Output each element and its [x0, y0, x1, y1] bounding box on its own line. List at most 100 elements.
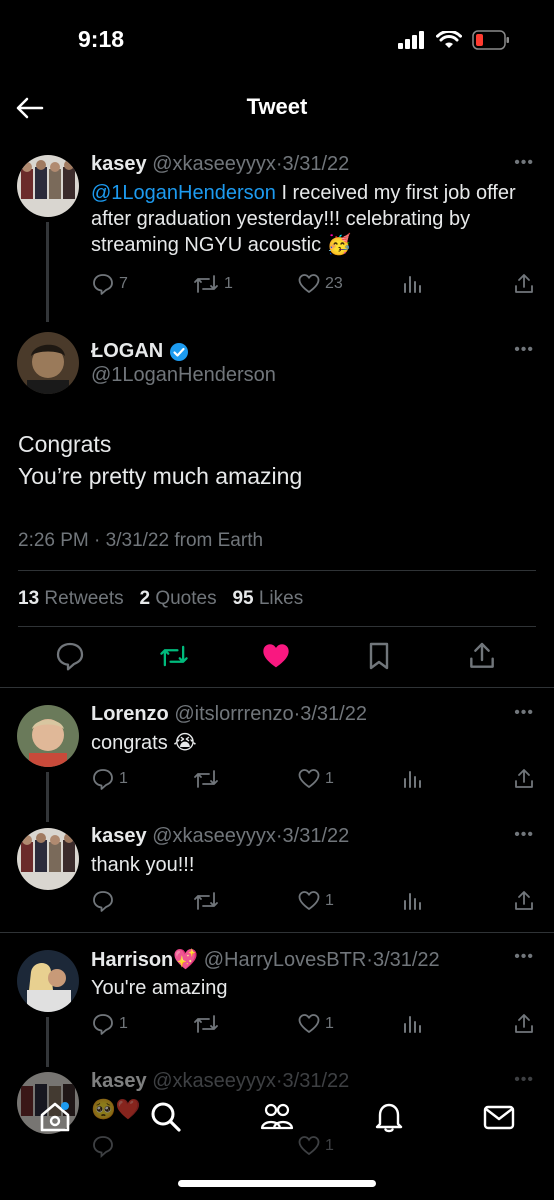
reply-button[interactable]	[91, 889, 115, 913]
tweet-date: 3/31/22	[105, 530, 170, 551]
share-button[interactable]	[466, 640, 498, 672]
retweet-button[interactable]: 1	[192, 272, 233, 296]
avatar[interactable]	[17, 155, 79, 217]
author-name[interactable]: Harrison💖	[91, 949, 198, 971]
home-indicator[interactable]	[178, 1180, 376, 1187]
retweet-button[interactable]	[192, 767, 220, 791]
reply-button[interactable]: 1	[91, 1012, 128, 1036]
author-name-row: ŁOGAN	[91, 340, 189, 363]
likes-stat[interactable]: 95 Likes	[232, 588, 303, 609]
share-button[interactable]	[512, 889, 536, 913]
tweet-date: 3/31/22	[282, 1070, 350, 1092]
retweet-button[interactable]	[158, 640, 190, 672]
share-button[interactable]	[512, 767, 536, 791]
views-button[interactable]	[402, 272, 424, 296]
reply-count: 1	[119, 1015, 128, 1032]
reply-button[interactable]: 1	[91, 767, 128, 791]
engagement-stats: 13 Retweets 2 Quotes 95 Likes	[18, 588, 303, 610]
retweet-icon	[194, 275, 218, 293]
more-options-icon[interactable]: •••	[514, 1071, 534, 1089]
mention-link[interactable]: @1LoganHenderson	[91, 182, 276, 204]
avatar[interactable]	[17, 705, 79, 767]
author-name[interactable]: kasey	[91, 153, 147, 175]
views-icon	[404, 276, 421, 293]
views-button[interactable]	[402, 889, 424, 913]
views-button[interactable]	[402, 767, 424, 791]
views-button[interactable]	[402, 1012, 424, 1036]
more-options-icon[interactable]: •••	[514, 826, 534, 844]
status-icons	[398, 30, 510, 50]
avatar[interactable]	[17, 950, 79, 1012]
retweet-button[interactable]	[192, 889, 220, 913]
divider	[18, 626, 536, 627]
tweet-header: kasey @xkaseeyyyx·3/31/22	[91, 825, 350, 847]
tab-messages[interactable]	[482, 1100, 516, 1134]
heart-icon	[298, 274, 320, 293]
author-handle[interactable]: @1LoganHenderson	[91, 364, 276, 387]
avatar[interactable]	[17, 828, 79, 890]
battery-icon	[472, 30, 510, 50]
like-button[interactable]: 1	[297, 889, 334, 913]
author-name[interactable]: ŁOGAN	[91, 340, 163, 363]
retweet-icon	[160, 645, 188, 667]
tab-notifications[interactable]	[372, 1100, 406, 1134]
retweet-button[interactable]	[192, 1012, 220, 1036]
bookmark-button[interactable]	[363, 640, 395, 672]
like-count: 1	[325, 1015, 334, 1032]
tweet-date: 3/31/22	[372, 949, 440, 971]
search-icon	[151, 1102, 181, 1132]
like-button[interactable]: 1	[297, 1012, 334, 1036]
notifications-icon	[375, 1103, 403, 1133]
quotes-stat[interactable]: 2 Quotes	[139, 588, 216, 609]
like-count: 1	[325, 770, 334, 787]
messages-icon	[483, 1105, 515, 1130]
reply-icon	[93, 1014, 113, 1035]
tab-communities[interactable]	[260, 1100, 294, 1134]
author-handle[interactable]: @xkaseeyyyx	[152, 825, 276, 847]
heart-filled-icon	[263, 644, 289, 668]
like-count: 1	[325, 892, 334, 909]
reply-count: 1	[119, 770, 128, 787]
more-options-icon[interactable]: •••	[514, 154, 534, 172]
thread-line	[46, 772, 49, 822]
author-name[interactable]: kasey	[91, 1070, 147, 1092]
communities-icon	[260, 1103, 294, 1130]
like-button[interactable]: 1	[297, 767, 334, 791]
reply-count: 7	[119, 275, 128, 292]
retweets-stat[interactable]: 13 Retweets	[18, 588, 124, 609]
reply-icon	[56, 642, 84, 671]
top-nav: Tweet	[0, 80, 554, 138]
tweet-text: thank you!!!	[91, 854, 195, 876]
author-handle[interactable]: @xkaseeyyyx	[152, 1070, 276, 1092]
share-icon	[515, 1014, 533, 1033]
more-options-icon[interactable]: •••	[514, 704, 534, 722]
share-icon	[515, 891, 533, 910]
author-name[interactable]: Lorenzo	[91, 703, 169, 725]
avatar[interactable]	[17, 332, 79, 394]
author-handle[interactable]: @HarryLovesBTR	[204, 949, 367, 971]
tweet-actions: 1 1	[91, 1012, 536, 1038]
share-button[interactable]	[512, 1012, 536, 1036]
tweet-time: 2:26 PM	[18, 530, 89, 551]
author-name[interactable]: kasey	[91, 825, 147, 847]
reply-button[interactable]	[54, 640, 86, 672]
more-options-icon[interactable]: •••	[514, 341, 534, 359]
tab-home[interactable]	[38, 1100, 72, 1134]
author-handle[interactable]: @xkaseeyyyx	[152, 153, 276, 175]
reply-button[interactable]: 7	[91, 272, 128, 296]
divider	[0, 932, 554, 933]
views-icon	[404, 893, 421, 910]
author-handle[interactable]: @itslorrrenzo	[174, 703, 293, 725]
tweet-text: @1LoganHenderson I received my first job…	[91, 182, 516, 256]
thread-line	[46, 1017, 49, 1067]
heart-icon	[298, 891, 320, 910]
views-icon	[404, 1016, 421, 1033]
share-button[interactable]	[512, 272, 536, 296]
tweet-date: 3/31/22	[282, 825, 350, 847]
divider	[18, 570, 536, 571]
tab-search[interactable]	[149, 1100, 183, 1134]
like-button[interactable]	[260, 640, 292, 672]
tweet-text: congrats 😭	[91, 732, 197, 754]
like-button[interactable]: 23	[297, 272, 343, 296]
more-options-icon[interactable]: •••	[514, 948, 534, 966]
